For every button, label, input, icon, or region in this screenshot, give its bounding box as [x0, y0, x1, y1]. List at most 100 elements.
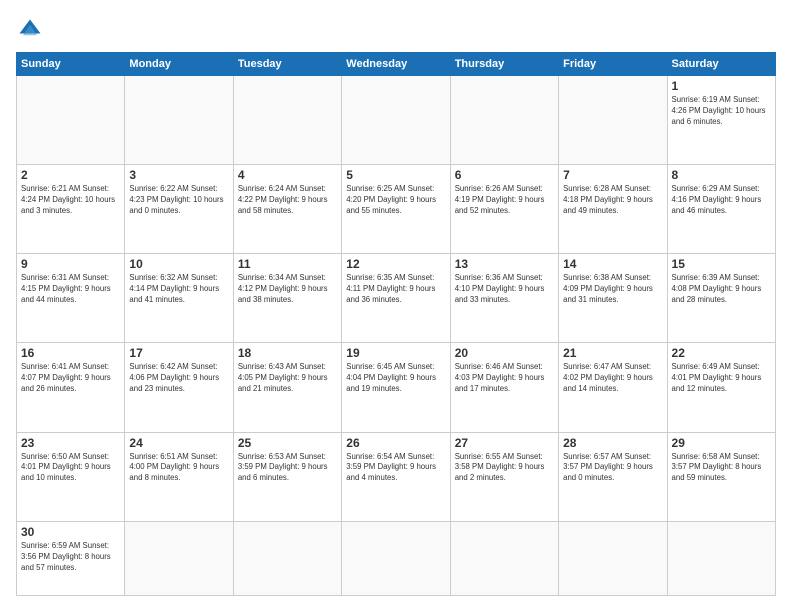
day-number: 26 — [346, 436, 445, 450]
weekday-header-monday: Monday — [125, 53, 233, 76]
calendar-cell: 21 Sunrise: 6:47 AM Sunset: 4:02 PM Dayli… — [559, 343, 667, 432]
day-number: 20 — [455, 346, 554, 360]
calendar-table: SundayMondayTuesdayWednesdayThursdayFrid… — [16, 52, 776, 596]
day-info: Sunrise: 6:57 AM Sunset: 3:57 PM Dayligh… — [563, 452, 662, 485]
day-info: Sunrise: 6:38 AM Sunset: 4:09 PM Dayligh… — [563, 273, 662, 306]
day-info: Sunrise: 6:59 AM Sunset: 3:56 PM Dayligh… — [21, 541, 120, 574]
day-number: 10 — [129, 257, 228, 271]
day-number: 19 — [346, 346, 445, 360]
day-info: Sunrise: 6:43 AM Sunset: 4:05 PM Dayligh… — [238, 362, 337, 395]
calendar-cell: 23 Sunrise: 6:50 AM Sunset: 4:01 PM Dayli… — [17, 432, 125, 521]
day-number: 8 — [672, 168, 771, 182]
calendar-cell — [559, 521, 667, 595]
day-number: 23 — [21, 436, 120, 450]
logo — [16, 16, 48, 44]
calendar-cell — [125, 521, 233, 595]
calendar-cell — [342, 76, 450, 165]
day-info: Sunrise: 6:25 AM Sunset: 4:20 PM Dayligh… — [346, 184, 445, 217]
day-number: 17 — [129, 346, 228, 360]
day-info: Sunrise: 6:41 AM Sunset: 4:07 PM Dayligh… — [21, 362, 120, 395]
day-info: Sunrise: 6:58 AM Sunset: 3:57 PM Dayligh… — [672, 452, 771, 485]
calendar-cell: 25Sunrise: 6:53 AM Sunset: 3:59 PM Dayli… — [233, 432, 341, 521]
day-number: 11 — [238, 257, 337, 271]
calendar-cell: 14 Sunrise: 6:38 AM Sunset: 4:09 PM Dayli… — [559, 254, 667, 343]
calendar-cell: 28 Sunrise: 6:57 AM Sunset: 3:57 PM Dayli… — [559, 432, 667, 521]
day-info: Sunrise: 6:55 AM Sunset: 3:58 PM Dayligh… — [455, 452, 554, 485]
day-number: 14 — [563, 257, 662, 271]
calendar-cell: 4Sunrise: 6:24 AM Sunset: 4:22 PM Daylig… — [233, 165, 341, 254]
calendar-cell: 20Sunrise: 6:46 AM Sunset: 4:03 PM Dayli… — [450, 343, 558, 432]
day-info: Sunrise: 6:29 AM Sunset: 4:16 PM Dayligh… — [672, 184, 771, 217]
weekday-header-wednesday: Wednesday — [342, 53, 450, 76]
day-info: Sunrise: 6:22 AM Sunset: 4:23 PM Dayligh… — [129, 184, 228, 217]
calendar-cell: 24 Sunrise: 6:51 AM Sunset: 4:00 PM Dayli… — [125, 432, 233, 521]
day-number: 29 — [672, 436, 771, 450]
day-info: Sunrise: 6:50 AM Sunset: 4:01 PM Dayligh… — [21, 452, 120, 485]
day-number: 25 — [238, 436, 337, 450]
day-info: Sunrise: 6:26 AM Sunset: 4:19 PM Dayligh… — [455, 184, 554, 217]
day-number: 7 — [563, 168, 662, 182]
calendar-cell — [342, 521, 450, 595]
header — [16, 16, 776, 44]
day-info: Sunrise: 6:28 AM Sunset: 4:18 PM Dayligh… — [563, 184, 662, 217]
day-number: 27 — [455, 436, 554, 450]
calendar-cell: 16 Sunrise: 6:41 AM Sunset: 4:07 PM Dayli… — [17, 343, 125, 432]
calendar-week-row: 23 Sunrise: 6:50 AM Sunset: 4:01 PM Dayli… — [17, 432, 776, 521]
calendar-cell — [450, 521, 558, 595]
calendar-cell: 5 Sunrise: 6:25 AM Sunset: 4:20 PM Daylig… — [342, 165, 450, 254]
day-info: Sunrise: 6:42 AM Sunset: 4:06 PM Dayligh… — [129, 362, 228, 395]
calendar-cell: 13Sunrise: 6:36 AM Sunset: 4:10 PM Dayli… — [450, 254, 558, 343]
day-number: 16 — [21, 346, 120, 360]
day-number: 22 — [672, 346, 771, 360]
day-info: Sunrise: 6:47 AM Sunset: 4:02 PM Dayligh… — [563, 362, 662, 395]
calendar-week-row: 1 Sunrise: 6:19 AM Sunset: 4:26 PM Daylig… — [17, 76, 776, 165]
day-info: Sunrise: 6:51 AM Sunset: 4:00 PM Dayligh… — [129, 452, 228, 485]
calendar-cell: 6Sunrise: 6:26 AM Sunset: 4:19 PM Daylig… — [450, 165, 558, 254]
day-number: 12 — [346, 257, 445, 271]
calendar-cell: 26 Sunrise: 6:54 AM Sunset: 3:59 PM Dayli… — [342, 432, 450, 521]
calendar-cell: 7 Sunrise: 6:28 AM Sunset: 4:18 PM Daylig… — [559, 165, 667, 254]
calendar-cell: 29 Sunrise: 6:58 AM Sunset: 3:57 PM Dayli… — [667, 432, 775, 521]
day-number: 28 — [563, 436, 662, 450]
day-number: 5 — [346, 168, 445, 182]
weekday-header-row: SundayMondayTuesdayWednesdayThursdayFrid… — [17, 53, 776, 76]
calendar-cell — [667, 521, 775, 595]
day-number: 21 — [563, 346, 662, 360]
weekday-header-sunday: Sunday — [17, 53, 125, 76]
day-number: 30 — [21, 525, 120, 539]
calendar-cell: 1 Sunrise: 6:19 AM Sunset: 4:26 PM Daylig… — [667, 76, 775, 165]
calendar-cell — [559, 76, 667, 165]
calendar-cell — [233, 521, 341, 595]
calendar-cell: 27 Sunrise: 6:55 AM Sunset: 3:58 PM Dayli… — [450, 432, 558, 521]
calendar-cell: 15 Sunrise: 6:39 AM Sunset: 4:08 PM Dayli… — [667, 254, 775, 343]
calendar-cell: 17 Sunrise: 6:42 AM Sunset: 4:06 PM Dayli… — [125, 343, 233, 432]
calendar-cell: 8 Sunrise: 6:29 AM Sunset: 4:16 PM Daylig… — [667, 165, 775, 254]
day-number: 1 — [672, 79, 771, 93]
calendar-cell: 11Sunrise: 6:34 AM Sunset: 4:12 PM Dayli… — [233, 254, 341, 343]
day-info: Sunrise: 6:54 AM Sunset: 3:59 PM Dayligh… — [346, 452, 445, 485]
weekday-header-tuesday: Tuesday — [233, 53, 341, 76]
day-info: Sunrise: 6:49 AM Sunset: 4:01 PM Dayligh… — [672, 362, 771, 395]
calendar-week-row: 9 Sunrise: 6:31 AM Sunset: 4:15 PM Daylig… — [17, 254, 776, 343]
day-info: Sunrise: 6:39 AM Sunset: 4:08 PM Dayligh… — [672, 273, 771, 306]
weekday-header-friday: Friday — [559, 53, 667, 76]
calendar-cell: 9 Sunrise: 6:31 AM Sunset: 4:15 PM Daylig… — [17, 254, 125, 343]
calendar-cell — [450, 76, 558, 165]
day-info: Sunrise: 6:24 AM Sunset: 4:22 PM Dayligh… — [238, 184, 337, 217]
day-info: Sunrise: 6:31 AM Sunset: 4:15 PM Dayligh… — [21, 273, 120, 306]
day-number: 9 — [21, 257, 120, 271]
day-number: 24 — [129, 436, 228, 450]
day-number: 18 — [238, 346, 337, 360]
day-info: Sunrise: 6:19 AM Sunset: 4:26 PM Dayligh… — [672, 95, 771, 128]
day-info: Sunrise: 6:36 AM Sunset: 4:10 PM Dayligh… — [455, 273, 554, 306]
calendar-cell: 18 Sunrise: 6:43 AM Sunset: 4:05 PM Dayli… — [233, 343, 341, 432]
day-info: Sunrise: 6:21 AM Sunset: 4:24 PM Dayligh… — [21, 184, 120, 217]
day-info: Sunrise: 6:32 AM Sunset: 4:14 PM Dayligh… — [129, 273, 228, 306]
calendar-cell: 3Sunrise: 6:22 AM Sunset: 4:23 PM Daylig… — [125, 165, 233, 254]
calendar-week-row: 16 Sunrise: 6:41 AM Sunset: 4:07 PM Dayli… — [17, 343, 776, 432]
day-info: Sunrise: 6:45 AM Sunset: 4:04 PM Dayligh… — [346, 362, 445, 395]
calendar-cell — [17, 76, 125, 165]
calendar-cell: 2Sunrise: 6:21 AM Sunset: 4:24 PM Daylig… — [17, 165, 125, 254]
day-number: 15 — [672, 257, 771, 271]
day-info: Sunrise: 6:35 AM Sunset: 4:11 PM Dayligh… — [346, 273, 445, 306]
